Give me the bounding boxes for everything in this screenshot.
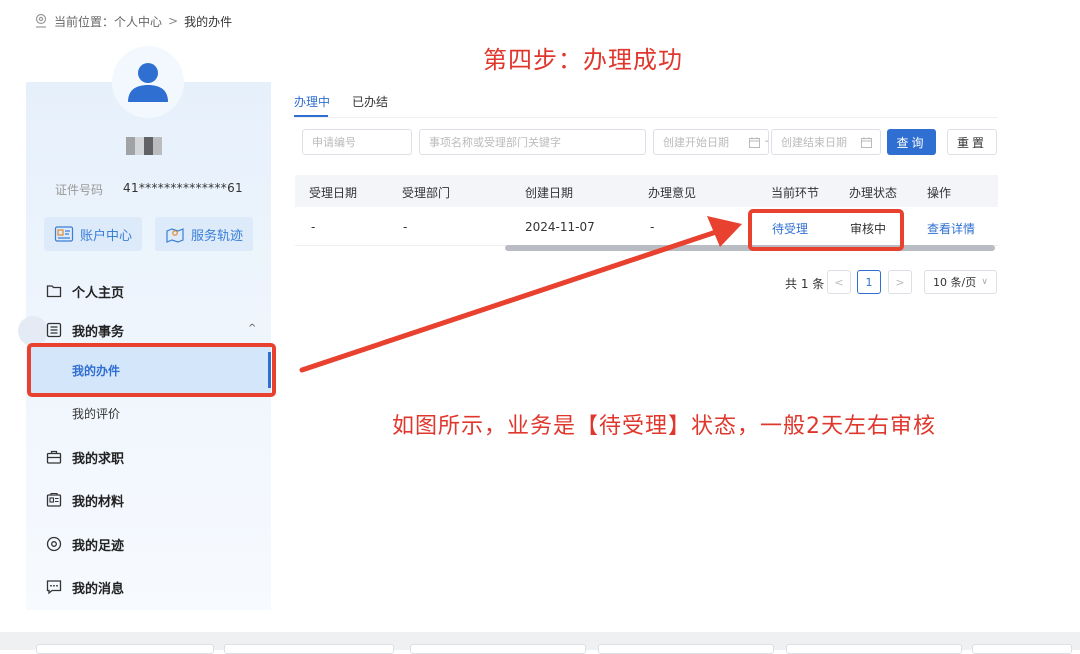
briefcase-icon [46,450,62,464]
footer-card [224,644,394,654]
service-track-label: 服务轨迹 [190,228,243,244]
id-label: 证件号码 [55,183,104,197]
service-track-button[interactable]: 服务轨迹 [155,217,253,251]
pagination-prev-button[interactable]: < [827,270,851,294]
view-details-link[interactable]: 查看详情 [927,220,975,237]
menu-home-label: 个人主页 [72,285,125,301]
account-center-label: 账户中心 [79,228,132,244]
menu-item-messages[interactable]: 我的消息 [46,575,124,599]
menu-footprints-label: 我的足迹 [72,538,125,554]
account-center-button[interactable]: 账户中心 [44,217,142,251]
th-accept-date: 受理日期 [309,186,358,200]
map-pin-icon [166,228,184,243]
id-card-icon [54,226,74,242]
menu-jobs-label: 我的求职 [72,451,125,467]
page-size-select[interactable]: 10 条/页 ∨ [924,270,997,294]
end-date-placeholder: 创建结束日期 [781,136,847,149]
menu-item-jobs[interactable]: 我的求职 [46,445,124,469]
footer-card [410,644,586,654]
annotation-text: 如图所示，业务是【待受理】状态，一般2天左右审核 [392,414,936,439]
footer-card [598,644,774,654]
calendar-icon [749,136,760,148]
breadcrumb: 当前位置： 个人中心 > 我的办件 [34,10,232,32]
target-icon [46,536,62,552]
highlight-box-status [748,209,904,251]
cell-accept-date: - [311,220,316,234]
document-stack-icon [46,492,62,507]
tab-in-progress[interactable]: 办理中 [294,93,330,110]
query-button[interactable]: 查询 [887,129,936,155]
pagination-next-button[interactable]: > [888,270,912,294]
footer-card [972,644,1072,654]
folder-icon [46,285,62,298]
th-current-step: 当前环节 [771,186,820,200]
menu-item-affairs[interactable]: 我的事务 [46,318,124,342]
keyword-placeholder: 事项名称或受理部门关键字 [429,136,561,149]
menu-item-footprints[interactable]: 我的足迹 [46,532,124,556]
menu-item-materials[interactable]: 我的材料 [46,488,124,512]
th-status: 办理状态 [849,186,898,200]
highlight-box-sidebar [27,343,276,397]
menu-messages-label: 我的消息 [72,581,125,597]
end-date-picker[interactable]: 创建结束日期 [771,129,881,155]
th-opinion: 办理意见 [648,186,697,200]
step-title: 第四步：办理成功 [483,46,683,74]
location-icon [35,13,47,28]
menu-materials-label: 我的材料 [72,494,125,510]
menu-item-home[interactable]: 个人主页 [46,279,124,303]
footer-card [786,644,962,654]
th-action: 操作 [927,186,952,200]
avatar [112,46,184,118]
calendar-icon [861,136,872,148]
footer-card [36,644,214,654]
pagination-page-1[interactable]: 1 [857,270,881,294]
cell-accept-dept: - [403,220,408,234]
breadcrumb-parent[interactable]: 个人中心 [114,13,162,30]
tab-divider [294,117,998,118]
cell-create-date: 2024-11-07 [525,220,595,234]
start-date-placeholder: 创建开始日期 [663,136,729,149]
keyword-input[interactable]: 事项名称或受理部门关键字 [419,129,646,155]
breadcrumb-current: 我的办件 [184,14,233,29]
tab-completed[interactable]: 已办结 [352,93,388,110]
decorative-circle [18,316,48,346]
id-row: 证件号码 41**************61 [55,181,243,198]
breadcrumb-prefix: 当前位置： [54,14,115,29]
reset-button[interactable]: 重置 [947,129,997,155]
start-date-picker[interactable]: 创建开始日期 [653,129,769,155]
menu-affairs-label: 我的事务 [72,324,125,340]
cell-opinion: - [650,220,655,234]
application-number-input[interactable]: 申请编号 [302,129,412,155]
list-icon [46,322,62,338]
chevron-up-icon[interactable]: ^ [248,323,256,334]
id-value: 41**************61 [123,181,243,195]
th-accept-dept: 受理部门 [402,186,451,200]
date-range-dash: - [765,136,769,147]
th-create-date: 创建日期 [525,186,574,200]
pagination-total: 共 1 条 [785,277,825,291]
submenu-item-my-reviews[interactable]: 我的评价 [72,405,120,422]
page-size-value: 10 条/页 [933,276,977,289]
breadcrumb-separator: > [168,14,179,28]
application-number-placeholder: 申请编号 [312,136,356,149]
username-redacted [126,137,162,155]
chevron-down-icon: ∨ [981,277,988,287]
user-icon [128,63,168,102]
message-icon [46,580,62,595]
